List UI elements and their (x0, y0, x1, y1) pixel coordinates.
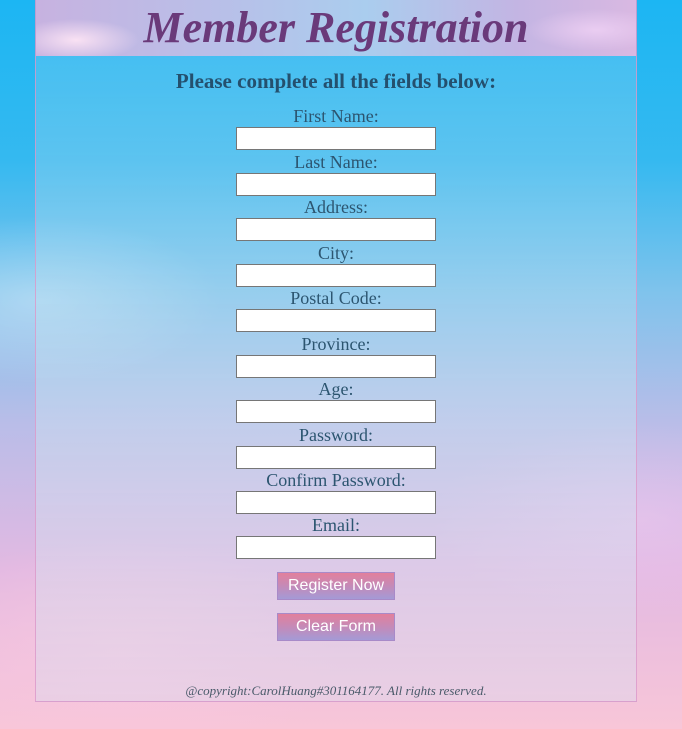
postal-code-input[interactable] (236, 309, 436, 332)
clear-form-button[interactable]: Clear Form (277, 613, 395, 641)
password-label: Password: (298, 425, 373, 445)
postal-code-label: Postal Code: (290, 288, 382, 308)
first-name-field-group: First Name: (36, 106, 636, 152)
age-input[interactable] (236, 400, 436, 423)
form-instructions: Please complete all the fields below: (175, 69, 497, 93)
first-name-input[interactable] (236, 127, 436, 150)
copyright-footer: @copyright:CarolHuang#301164177. All rig… (185, 683, 487, 698)
last-name-label: Last Name: (294, 152, 378, 172)
email-input[interactable] (236, 536, 436, 559)
address-field-group: Address: (36, 197, 636, 243)
city-field-group: City: (36, 243, 636, 289)
age-label: Age: (318, 379, 354, 399)
province-label: Province: (301, 334, 371, 354)
city-input[interactable] (236, 264, 436, 287)
city-label: City: (317, 243, 354, 263)
postal-code-field-group: Postal Code: (36, 288, 636, 334)
email-field-group: Email: (36, 515, 636, 561)
email-label: Email: (312, 515, 360, 535)
first-name-label: First Name: (293, 106, 379, 126)
last-name-input[interactable] (236, 173, 436, 196)
password-field-group: Password: (36, 425, 636, 471)
confirm-password-label: Confirm Password: (266, 470, 406, 490)
last-name-field-group: Last Name: (36, 152, 636, 198)
address-label: Address: (304, 197, 368, 217)
registration-panel: Member Registration Please complete all … (35, 0, 637, 702)
header-banner: Member Registration (36, 0, 636, 56)
register-now-button[interactable]: Register Now (277, 572, 395, 600)
age-field-group: Age: (36, 379, 636, 425)
address-input[interactable] (236, 218, 436, 241)
confirm-password-input[interactable] (236, 491, 436, 514)
page-title: Member Registration (143, 3, 529, 52)
province-field-group: Province: (36, 334, 636, 380)
province-input[interactable] (236, 355, 436, 378)
password-input[interactable] (236, 446, 436, 469)
confirm-password-field-group: Confirm Password: (36, 470, 636, 516)
